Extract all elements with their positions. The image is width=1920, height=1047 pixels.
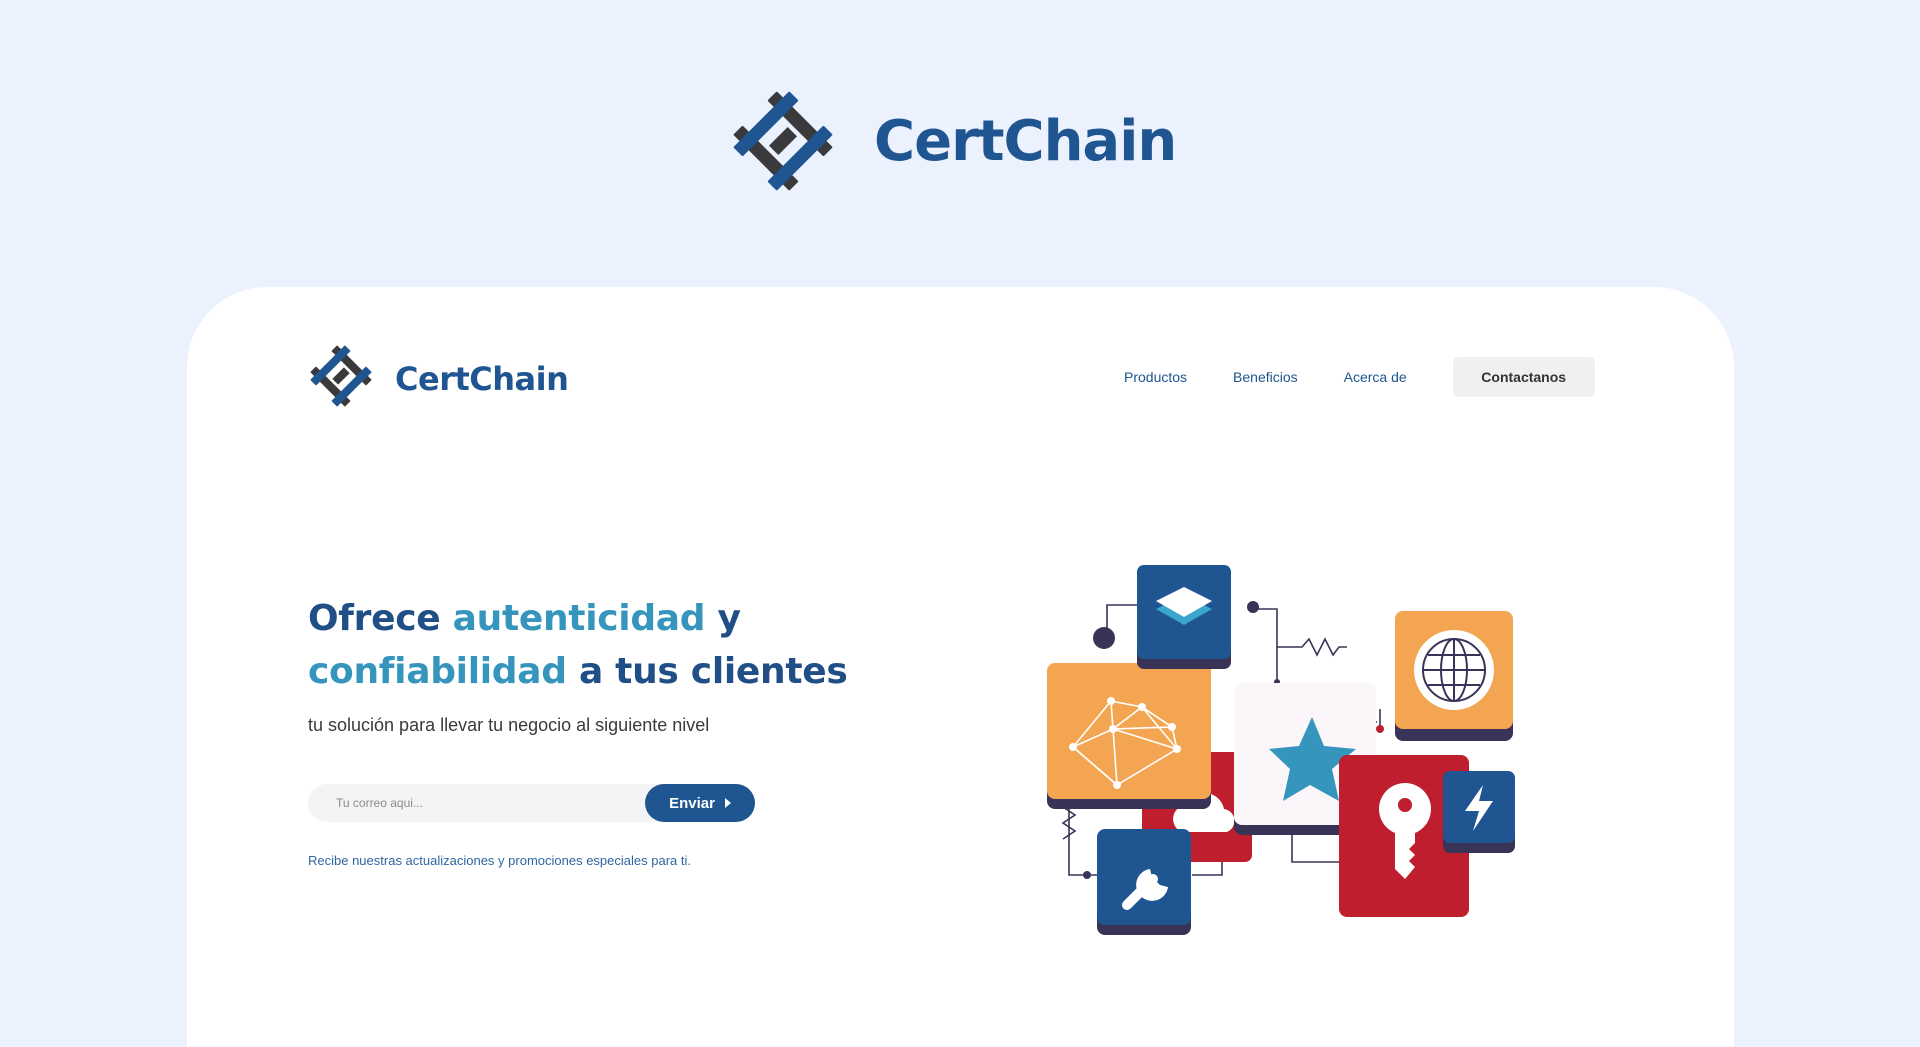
- email-input[interactable]: [308, 784, 648, 822]
- node-dot: [1093, 627, 1115, 649]
- newsletter-note: Recibe nuestras actualizaciones y promoc…: [308, 853, 691, 868]
- play-icon: [724, 798, 731, 808]
- landing-page-card: CertChain Productos Beneficios Acerca de…: [187, 287, 1734, 1047]
- newsletter-form: Enviar: [308, 784, 755, 822]
- hero-title-accent: autenticidad: [452, 598, 706, 639]
- wrench-icon: [1097, 829, 1191, 935]
- submit-button-label: Enviar: [669, 794, 715, 812]
- contact-button[interactable]: Contactanos: [1452, 357, 1595, 397]
- certchain-logo-icon: [307, 342, 375, 415]
- hero-brand: CertChain: [728, 86, 1177, 196]
- main-nav: Productos Beneficios Acerca de Contactan…: [1124, 357, 1595, 397]
- hero-title: Ofrece autenticidad y confiabilidad a tu…: [308, 592, 848, 698]
- layers-icon: [1137, 565, 1231, 669]
- nav-link-productos[interactable]: Productos: [1124, 367, 1187, 387]
- certchain-logo-icon: [728, 86, 838, 196]
- hero-title-accent: confiabilidad: [308, 651, 567, 692]
- hero-title-part: Ofrece: [308, 598, 453, 639]
- hero-title-part: a tus clientes: [566, 651, 848, 692]
- nav-logo[interactable]: CertChain: [307, 342, 569, 415]
- hero-subtitle: tu solución para llevar tu negocio al si…: [308, 715, 710, 735]
- globe-icon: [1395, 611, 1513, 741]
- hero-illustration: [1047, 557, 1547, 962]
- submit-button[interactable]: Enviar: [645, 784, 755, 822]
- nav-wordmark: CertChain: [395, 359, 569, 398]
- lightning-icon: [1443, 771, 1515, 853]
- brand-wordmark: CertChain: [874, 108, 1177, 174]
- network-icon: [1047, 663, 1211, 809]
- hero-title-part: y: [705, 598, 741, 639]
- nav-link-acerca-de[interactable]: Acerca de: [1344, 367, 1407, 387]
- nav-link-beneficios[interactable]: Beneficios: [1233, 367, 1298, 387]
